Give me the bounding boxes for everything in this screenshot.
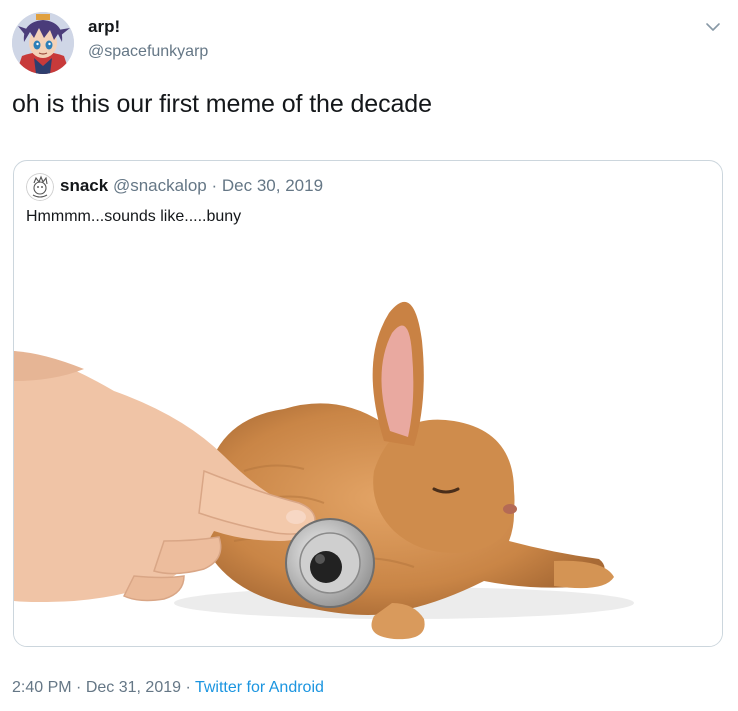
chevron-down-icon[interactable] <box>702 16 724 38</box>
quoted-tweet-date[interactable]: Dec 30, 2019 <box>222 176 323 195</box>
quoted-tweet-header: snack @snackalop · Dec 30, 2019 <box>60 176 323 196</box>
tweet-source-link[interactable]: Twitter for Android <box>195 679 324 696</box>
footer-separator-2: · <box>185 679 191 696</box>
quoted-tweet-image[interactable] <box>14 241 722 646</box>
tweet-date[interactable]: Dec 31, 2019 <box>86 679 181 696</box>
author-display-name[interactable]: arp! <box>88 17 120 37</box>
quoted-author-handle[interactable]: @snackalop <box>113 176 207 195</box>
footer-separator: · <box>76 679 82 696</box>
quoted-tweet-card[interactable]: snack @snackalop · Dec 30, 2019 Hmmmm...… <box>13 160 723 647</box>
quoted-author-avatar[interactable] <box>26 173 54 201</box>
tweet-footer: 2:40 PM · Dec 31, 2019 · Twitter for And… <box>12 679 324 697</box>
author-handle[interactable]: @spacefunkyarp <box>88 43 208 61</box>
author-avatar[interactable] <box>12 12 74 74</box>
tweet-text: oh is this our first meme of the decade <box>12 90 432 118</box>
tweet-time[interactable]: 2:40 PM <box>12 679 72 696</box>
quoted-author-display-name[interactable]: snack <box>60 176 108 195</box>
quoted-tweet-text: Hmmmm...sounds like.....buny <box>26 208 242 225</box>
quoted-separator: · <box>211 176 218 195</box>
